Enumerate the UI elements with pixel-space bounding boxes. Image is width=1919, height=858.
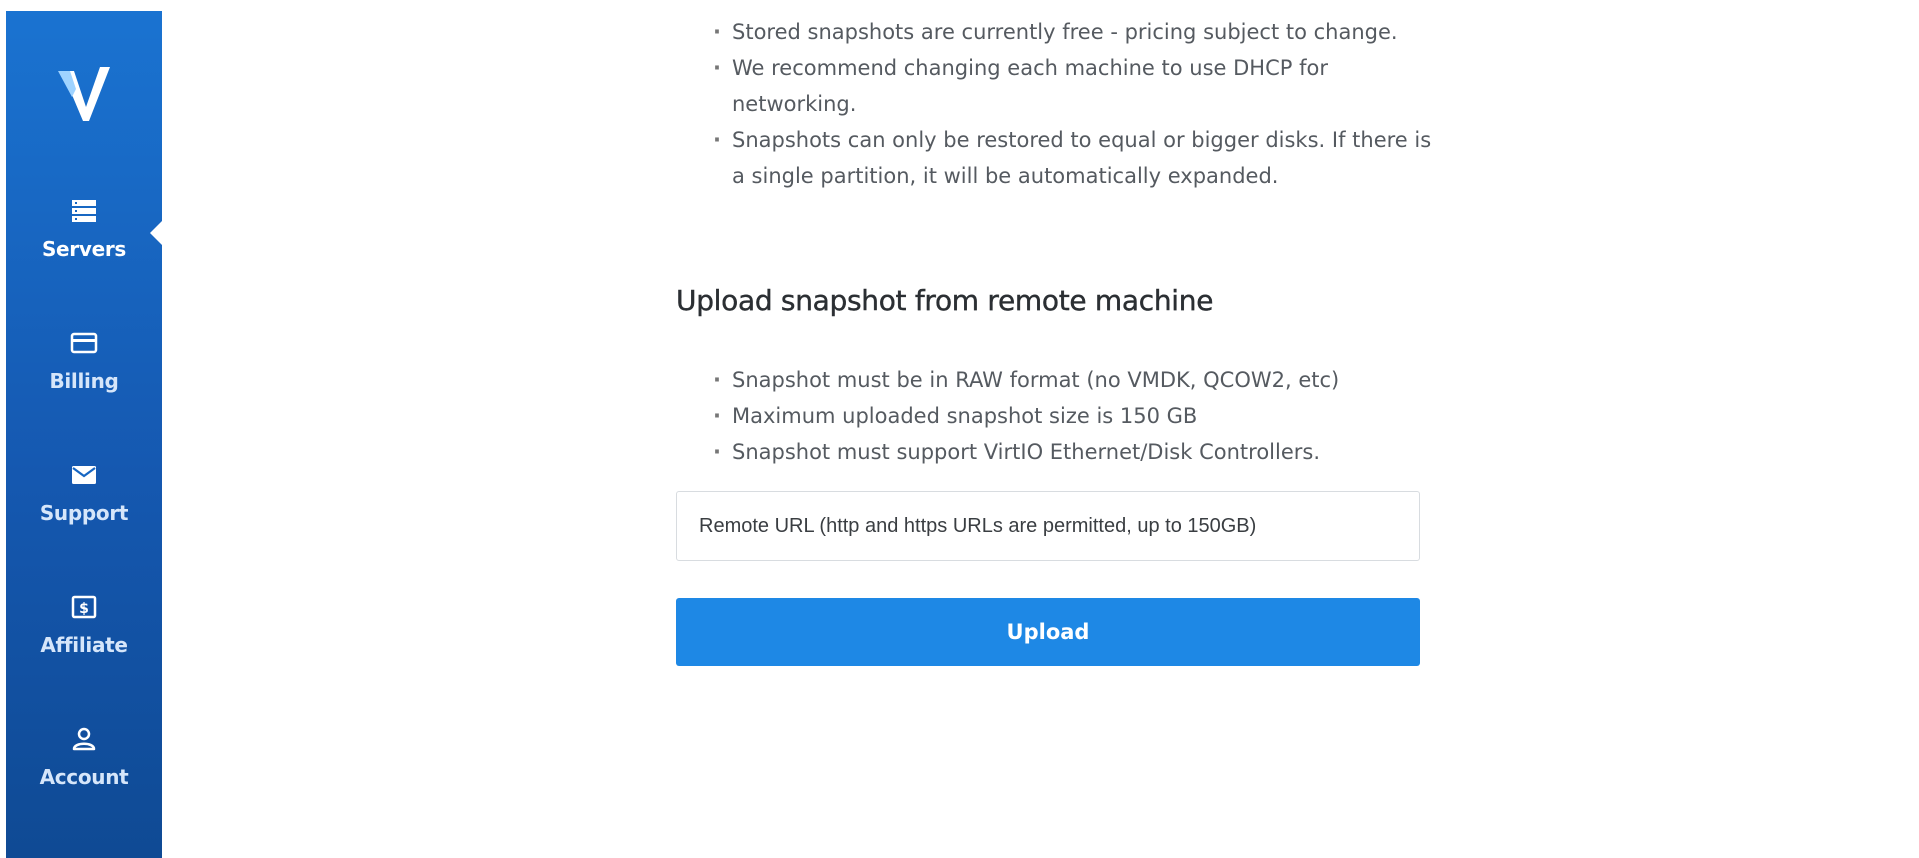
sidebar-item-support[interactable]: Support (6, 439, 162, 549)
list-item: Stored snapshots are currently free - pr… (713, 14, 1432, 50)
dollar-badge-icon: $ (71, 595, 97, 619)
upload-requirements-list: Snapshot must be in RAW format (no VMDK,… (676, 362, 1432, 470)
vultr-logo-icon[interactable] (56, 59, 116, 129)
credit-card-icon (70, 332, 98, 354)
sidebar-item-label: Servers (41, 237, 127, 261)
list-item: Snapshots can only be restored to equal … (713, 122, 1432, 194)
sidebar-item-servers[interactable]: Servers (6, 175, 162, 285)
list-item: Snapshot must support VirtIO Ethernet/Di… (713, 434, 1432, 470)
svg-text:$: $ (79, 601, 89, 617)
sidebar: Servers Billing Support $ Affiliate Acco… (6, 11, 162, 858)
sidebar-item-label: Support (39, 501, 129, 525)
user-icon (72, 727, 96, 751)
section-title: Upload snapshot from remote machine (676, 284, 1214, 317)
sidebar-item-label: Billing (49, 369, 119, 393)
list-item: Snapshot must be in RAW format (no VMDK,… (713, 362, 1432, 398)
upload-button[interactable]: Upload (676, 598, 1420, 666)
list-item: Maximum uploaded snapshot size is 150 GB (713, 398, 1432, 434)
sidebar-item-billing[interactable]: Billing (6, 307, 162, 417)
active-indicator (150, 221, 162, 245)
server-stack-icon (72, 200, 96, 222)
list-item: We recommend changing each machine to us… (713, 50, 1432, 122)
snapshot-notes-list: Stored snapshots are currently free - pr… (676, 14, 1432, 194)
remote-url-input[interactable] (676, 491, 1420, 561)
sidebar-item-label: Affiliate (40, 633, 128, 657)
sidebar-item-account[interactable]: Account (6, 703, 162, 813)
sidebar-item-label: Account (39, 765, 129, 789)
sidebar-item-affiliate[interactable]: $ Affiliate (6, 571, 162, 681)
envelope-icon (72, 466, 96, 484)
